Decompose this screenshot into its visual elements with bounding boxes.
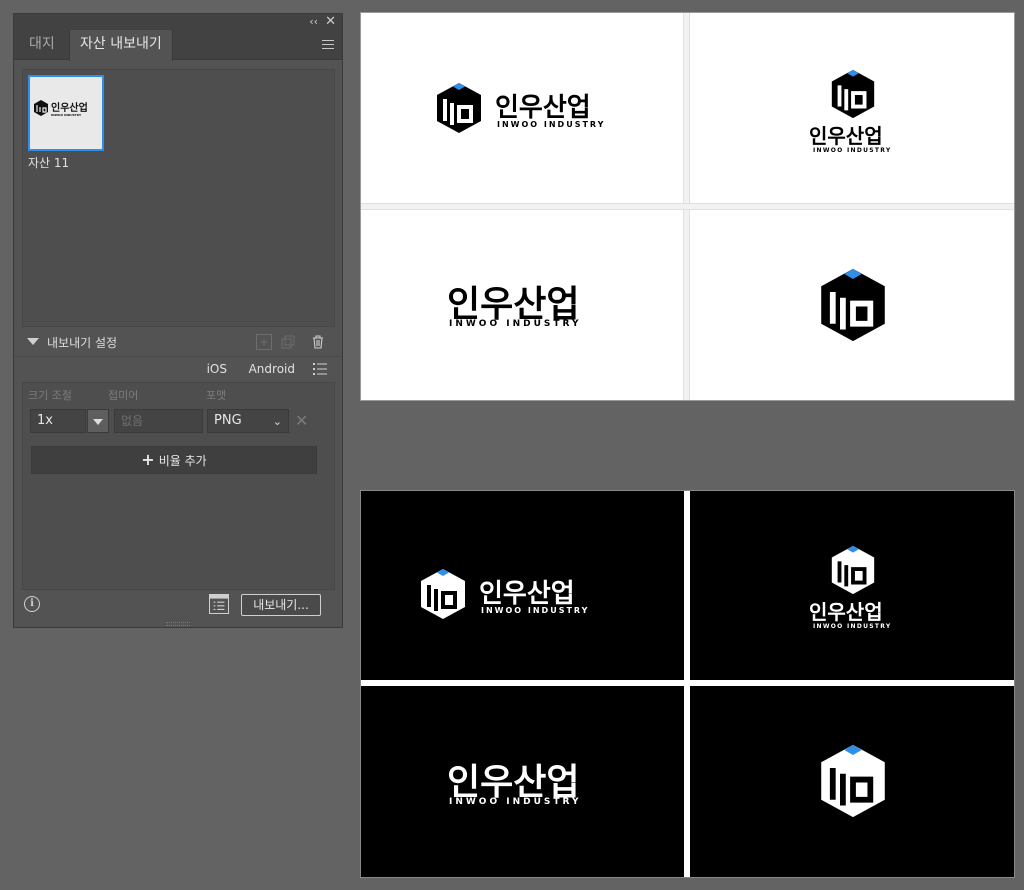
cube-logo-icon (821, 268, 885, 342)
tab-asset-export[interactable]: 자산 내보내기 (69, 30, 173, 61)
cube-logo-icon (421, 569, 465, 619)
scale-settings: 크기 조절 접미어 포맷 1x 없음 PNG ⌄ ✕ + 비율 추가 (22, 382, 335, 590)
logo-korean-text: 인우산업 (479, 579, 575, 609)
artboard-gap (361, 203, 1014, 210)
asset-thumbnail[interactable]: 인우산업 INWOO INDUSTRY (28, 75, 104, 151)
panel-title-bar: ‹‹ ✕ (14, 14, 342, 30)
suffix-column-label: 접미어 (108, 389, 139, 402)
scale-input[interactable]: 1x (30, 409, 86, 433)
export-settings-title: 내보내기 설정 (47, 336, 118, 350)
logo-korean-text: 인우산업 (809, 600, 883, 624)
logo-english-text: INWOO INDUSTRY (449, 319, 582, 329)
logo-korean-text: 인우산업 (495, 93, 591, 123)
artboard-white[interactable]: 인우산업 INWOO INDUSTRY 인우산업 INWOO INDUSTRY … (360, 12, 1015, 401)
logo-english-text: INWOO INDUSTRY (481, 606, 590, 615)
format-column-label: 포맷 (206, 389, 227, 402)
preset-list-icon[interactable] (312, 361, 328, 377)
artboard-gap (361, 680, 1014, 686)
export-for-screens-icon[interactable] (209, 594, 229, 614)
add-scale-label: 비율 추가 (158, 454, 207, 468)
close-panel-button[interactable]: ✕ (325, 15, 336, 29)
logo-stacked[interactable]: 인우산업 INWOO INDUSTRY (809, 544, 899, 634)
cube-logo-icon (831, 545, 875, 595)
artboard-black[interactable]: 인우산업 INWOO INDUSTRY 인우산업 INWOO INDUSTRY … (360, 490, 1015, 878)
scale-dropdown-button[interactable] (87, 409, 109, 433)
scale-column-label: 크기 조절 (28, 389, 72, 402)
asset-name[interactable]: 자산 11 (28, 154, 69, 171)
disclosure-triangle-icon[interactable] (27, 338, 39, 345)
format-value: PNG (214, 413, 242, 428)
remove-scale-icon[interactable]: ✕ (295, 411, 308, 430)
preset-ios[interactable]: iOS (207, 362, 227, 376)
panel-footer: i 내보내기... (14, 592, 342, 622)
logo-english-text: INWOO INDUSTRY (813, 623, 892, 630)
logo-stacked[interactable]: 인우산업 INWOO INDUSTRY (809, 68, 899, 158)
suffix-input[interactable]: 없음 (114, 409, 203, 433)
asset-export-panel: ‹‹ ✕ 대지 자산 내보내기 인우산업 INWOO INDUSTRY 자산 1… (13, 13, 343, 628)
logo-wordmark[interactable]: 인우산업 INWOO INDUSTRY (447, 753, 607, 813)
logo-thumbnail-icon: 인우산업 INWOO INDUSTRY (34, 100, 88, 117)
logo-horizontal[interactable]: 인우산업 INWOO INDUSTRY (419, 567, 599, 621)
export-settings-header[interactable]: 내보내기 설정 (14, 332, 342, 354)
logo-symbol[interactable] (818, 742, 888, 820)
preset-row: iOS Android (14, 356, 342, 380)
duplicate-icon[interactable] (280, 334, 296, 350)
resize-grip[interactable] (166, 622, 190, 626)
export-button[interactable]: 내보내기... (241, 594, 321, 616)
panel-tabbar: 대지 자산 내보내기 (14, 30, 342, 61)
logo-english-text: INWOO INDUSTRY (497, 120, 606, 129)
logo-horizontal[interactable]: 인우산업 INWOO INDUSTRY (435, 81, 617, 135)
logo-symbol[interactable] (818, 266, 888, 344)
info-icon[interactable]: i (24, 596, 40, 612)
asset-list: 인우산업 INWOO INDUSTRY 자산 11 (22, 69, 335, 327)
add-scale-button[interactable]: + 비율 추가 (31, 446, 317, 474)
logo-english-text: INWOO INDUSTRY (813, 147, 892, 154)
svg-text:INWOO INDUSTRY: INWOO INDUSTRY (51, 113, 82, 117)
trash-icon[interactable] (310, 334, 326, 350)
chevron-down-icon: ⌄ (272, 415, 282, 428)
cube-logo-icon (437, 83, 481, 133)
add-asset-icon[interactable] (256, 334, 272, 350)
preset-android[interactable]: Android (249, 362, 295, 376)
panel-menu-icon[interactable] (322, 40, 334, 50)
logo-wordmark[interactable]: 인우산업 INWOO INDUSTRY (447, 275, 607, 335)
plus-icon: + (141, 450, 155, 469)
format-select[interactable]: PNG ⌄ (207, 409, 289, 433)
collapse-panel-button[interactable]: ‹‹ (309, 15, 318, 29)
logo-korean-text: 인우산업 (809, 124, 883, 148)
logo-english-text: INWOO INDUSTRY (449, 797, 582, 807)
cube-logo-icon (831, 69, 875, 119)
cube-logo-icon (821, 744, 885, 818)
tab-artboards[interactable]: 대지 (19, 30, 65, 60)
